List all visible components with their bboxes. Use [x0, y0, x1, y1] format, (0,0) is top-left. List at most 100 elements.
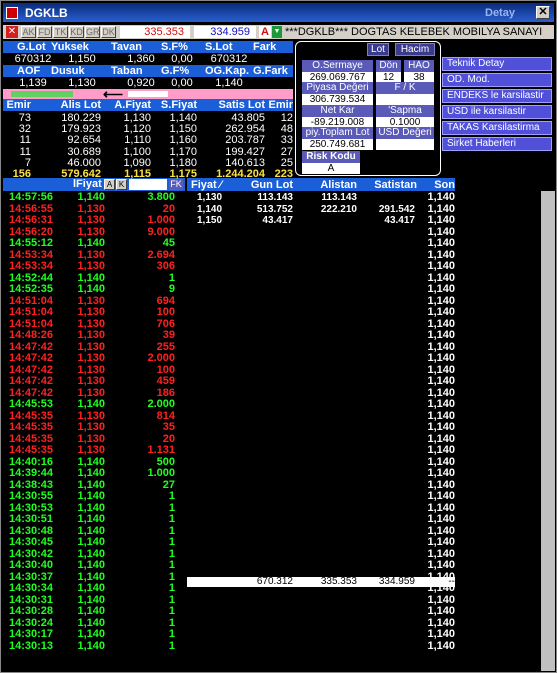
- dropdown-icon[interactable]: ▼: [272, 26, 282, 38]
- toolbar-tab-kd[interactable]: KD: [69, 26, 84, 38]
- summary-value-1: 1,130: [68, 77, 96, 89]
- son-value: 1,140: [427, 490, 455, 502]
- osermaye-label: O.Sermaye: [302, 60, 373, 72]
- toolbar-tab-dk[interactable]: DK: [101, 26, 116, 38]
- summary-label-yuksek: Yuksek: [51, 41, 89, 53]
- side-button-2[interactable]: ENDEKS le karsilastir: [442, 89, 552, 103]
- trade-row: 14:51:04 1,130 694: [3, 294, 185, 307]
- son-value: 1,140: [427, 559, 455, 571]
- summary-label-gfark: G.Fark: [253, 65, 288, 77]
- trade-row: 14:38:43 1,140 27: [3, 478, 185, 491]
- detay-label[interactable]: Detay: [485, 7, 515, 19]
- trade-price: 1,130: [77, 294, 105, 307]
- side-button-4[interactable]: TAKAS Karsilastirma: [442, 121, 552, 135]
- trade-qty: 35: [162, 421, 175, 433]
- depth-header-2: A.Fiyat: [114, 99, 151, 111]
- piy-toplam-value: 250.749.681: [302, 139, 373, 150]
- side-button-1[interactable]: OD. Mod.: [442, 73, 552, 87]
- depth-cell: 1,170: [169, 145, 197, 158]
- trade-time: 14:30:53: [9, 501, 54, 514]
- trade-time: 14:45:35: [9, 409, 54, 422]
- son-value: 1,140: [427, 237, 455, 249]
- trade-time: 14:56:31: [9, 214, 54, 226]
- son-value: 1,140: [427, 432, 455, 445]
- trade-qty: 1: [168, 628, 175, 640]
- depth-cell: 1,140: [169, 112, 197, 124]
- trade-row: 14:30:42 1,140 1: [3, 548, 185, 559]
- fk-button[interactable]: FK: [169, 179, 183, 190]
- trade-time: 14:30:34: [9, 582, 54, 594]
- toolbar-tab-gr[interactable]: GR: [85, 26, 100, 38]
- son-value: 1,140: [427, 547, 455, 560]
- trade-row: 14:57:56 1,140 3.800: [3, 191, 185, 203]
- trade-price: 1,140: [77, 283, 105, 295]
- depth-cell: 11: [19, 134, 31, 147]
- side-button-3[interactable]: USD ile karsilastir: [442, 105, 552, 119]
- summary-label-slot: S.Lot: [205, 41, 233, 53]
- son-value: 1,140: [427, 478, 455, 491]
- price-box-1: 335.353: [120, 26, 190, 38]
- trade-price: 1,130: [77, 409, 105, 422]
- trade-time: 14:30:31: [9, 593, 54, 606]
- trade-qty: 2.000: [147, 352, 175, 364]
- depth-cell: 25: [280, 156, 293, 169]
- son-value: 1,140: [427, 536, 455, 548]
- hacim-button[interactable]: Hacim: [395, 43, 435, 56]
- trade-time: 14:47:42: [9, 340, 54, 353]
- dist-header-0[interactable]: Fiyat ⁄: [191, 179, 231, 191]
- k-filter-button[interactable]: K: [116, 179, 127, 190]
- dist-header-2: Alistan: [320, 179, 357, 191]
- trade-price: 1,130: [77, 306, 105, 318]
- piyasa-label: Piyasa Değeri: [302, 82, 373, 94]
- trade-qty: 306: [156, 260, 175, 272]
- trade-time: 14:53:34: [9, 260, 54, 272]
- trade-qty: 255: [156, 340, 175, 353]
- dist-cell: 222.210: [320, 203, 357, 215]
- a-filter-button[interactable]: A: [104, 179, 115, 190]
- depth-cell: 199.427: [225, 145, 265, 158]
- risk-label: Risk Kodu: [302, 151, 360, 163]
- depth-cell: 180.229: [61, 112, 101, 124]
- side-button-0[interactable]: Teknik Detay: [442, 57, 552, 71]
- trade-price: 1,140: [77, 478, 105, 491]
- summary-label-taban: Taban: [111, 65, 143, 77]
- trade-time: 14:57:56: [9, 191, 54, 203]
- piy-toplam-label: piy.Toplam Lot: [302, 127, 373, 139]
- summary-label-ogkap: OG.Kap.: [205, 65, 250, 77]
- trade-row: 14:56:55 1,130 20: [3, 203, 185, 214]
- trade-qty: 39: [162, 329, 175, 341]
- summary-label-fark: Fark: [253, 41, 277, 53]
- trade-qty: 2.694: [147, 248, 175, 261]
- trade-qty: 1: [168, 536, 175, 548]
- trade-price: 1,140: [77, 271, 105, 284]
- close-small-icon[interactable]: ✕: [6, 26, 18, 38]
- son-value: 1,140: [427, 317, 455, 330]
- lot-button[interactable]: Lot: [367, 43, 389, 56]
- side-button-5[interactable]: Sirket Haberleri: [442, 137, 552, 151]
- son-value: 1,140: [427, 225, 455, 238]
- trade-row: 14:45:53 1,140 2.000: [3, 399, 185, 410]
- toolbar-tab-tk[interactable]: TK: [53, 26, 68, 38]
- trade-qty: 1: [168, 605, 175, 617]
- title-bar[interactable]: DGKLB Detay ✕: [3, 3, 554, 23]
- toolbar-tab-fd[interactable]: FD: [37, 26, 52, 38]
- trade-time: 14:48:26: [9, 329, 54, 341]
- dist-cell: 113.143: [257, 192, 293, 203]
- alert-button[interactable]: A: [259, 26, 271, 38]
- close-button[interactable]: ✕: [536, 6, 550, 19]
- trade-qty: 27: [162, 478, 175, 491]
- trade-qty: 1: [168, 593, 175, 606]
- trade-price: 1,130: [77, 363, 105, 376]
- trade-price: 1,130: [77, 260, 105, 272]
- scrollbar[interactable]: [541, 191, 555, 671]
- depth-header-3: S.Fiyat: [160, 99, 197, 111]
- toolbar-tab-ak[interactable]: AK: [21, 26, 36, 38]
- trade-price: 1,140: [77, 467, 105, 479]
- total-cell: 335.353: [320, 576, 357, 587]
- trades-filter-input[interactable]: [129, 179, 167, 190]
- son-value: 1,140: [427, 421, 455, 433]
- trade-row: 14:30:24 1,140 1: [3, 617, 185, 628]
- depth-cell: 1,150: [169, 123, 197, 136]
- trade-row: 14:30:53 1,140 1: [3, 501, 185, 514]
- summary-label-sf: S.F%: [161, 41, 188, 53]
